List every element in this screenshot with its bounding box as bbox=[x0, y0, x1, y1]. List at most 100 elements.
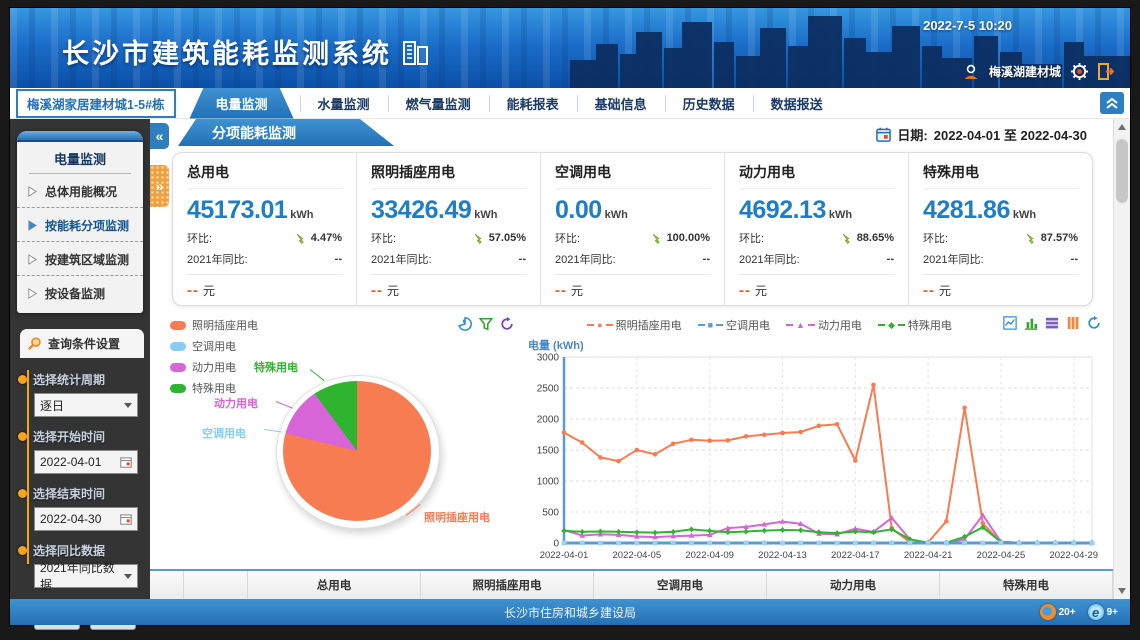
card-value: 4692.13 bbox=[739, 196, 826, 224]
select-field-3[interactable]: 2021年同比数据 bbox=[34, 564, 138, 588]
cost-unit: 元 bbox=[755, 284, 767, 298]
chevron-down-icon bbox=[124, 574, 132, 579]
pie-chart[interactable] bbox=[283, 381, 431, 521]
tab-5[interactable]: 历史数据 bbox=[665, 88, 753, 119]
tab-list: 电量监测水量监测燃气量监测能耗报表基础信息历史数据数据报送 bbox=[190, 88, 841, 119]
svg-text:2022-04-29: 2022-04-29 bbox=[1049, 550, 1098, 561]
vertical-scrollbar[interactable] bbox=[1113, 119, 1130, 599]
main-panel: « » 分项能耗监测 日期: 2022-04-01 至 2022-04-30 bbox=[150, 119, 1113, 599]
refresh-chart-icon[interactable] bbox=[1087, 316, 1101, 330]
svg-text:2022-04-25: 2022-04-25 bbox=[977, 550, 1026, 561]
tab-4[interactable]: 基础信息 bbox=[577, 88, 665, 119]
line-legend-item-1[interactable]: ■空调用电 bbox=[698, 317, 770, 333]
mom-value: 87.57% bbox=[1041, 232, 1078, 244]
pie-legend: 照明插座用电空调用电动力用电特殊用电 bbox=[170, 317, 258, 396]
date-field-1[interactable]: 2022-04-01 bbox=[34, 450, 138, 474]
refresh-icon[interactable] bbox=[500, 317, 514, 331]
table-column-header-1 bbox=[184, 571, 248, 599]
pie-legend-item-0[interactable]: 照明插座用电 bbox=[170, 317, 258, 333]
energy-card-0: 总用电45173.01kWh环比:4.47%2021年同比:----元 bbox=[173, 153, 356, 305]
field-label-1: 选择开始时间 bbox=[34, 428, 138, 445]
cost-value: -- bbox=[739, 282, 751, 299]
decrease-arrow-icon bbox=[651, 233, 663, 244]
funnel-icon[interactable] bbox=[479, 317, 493, 331]
username: 梅溪湖建材城 bbox=[989, 63, 1061, 80]
sidebar-menu-item-2[interactable]: 按建筑区域监测 bbox=[17, 242, 143, 276]
energy-card-2: 空调用电0.00kWh环比:100.00%2021年同比:----元 bbox=[540, 153, 724, 305]
app-title-text: 长沙市建筑能耗监测系统 bbox=[62, 32, 392, 71]
decrease-arrow-icon bbox=[473, 233, 485, 244]
firefox-icon bbox=[1040, 604, 1056, 620]
card-title: 动力用电 bbox=[739, 162, 894, 189]
mom-label: 环比: bbox=[371, 230, 396, 246]
mom-value: 100.00% bbox=[667, 232, 710, 244]
field-label-0: 选择统计周期 bbox=[34, 371, 138, 388]
pie-slice-label-1: 空调用电 bbox=[202, 425, 246, 441]
panel-title: 分项能耗监测 bbox=[212, 123, 296, 143]
calendar-icon[interactable] bbox=[876, 127, 891, 142]
bar-chart-icon[interactable] bbox=[1024, 316, 1038, 330]
scroll-up-arrow[interactable] bbox=[1114, 119, 1130, 135]
query-settings-tab[interactable]: 查询条件设置 bbox=[20, 329, 144, 358]
line-legend-item-0[interactable]: ●照明插座用电 bbox=[587, 317, 681, 333]
card-value: 45173.01 bbox=[187, 196, 287, 224]
building-name-box[interactable]: 梅溪湖家居建材城1-5#栋 bbox=[16, 89, 176, 118]
user-icon bbox=[963, 64, 979, 80]
line-chart-icon[interactable] bbox=[1003, 316, 1017, 330]
energy-card-4: 特殊用电4281.86kWh环比:87.57%2021年同比:----元 bbox=[908, 153, 1092, 305]
sidebar-expand-button[interactable]: » bbox=[150, 165, 169, 207]
scroll-down-arrow[interactable] bbox=[1114, 583, 1130, 599]
svg-text:2500: 2500 bbox=[537, 384, 560, 395]
calendar-picker-icon[interactable] bbox=[120, 513, 132, 525]
tab-2[interactable]: 燃气量监测 bbox=[388, 88, 489, 119]
line-chart-svg[interactable]: 0500100015002000250030002022-04-012022-0… bbox=[522, 351, 1106, 563]
date-range-value: 2022-04-01 至 2022-04-30 bbox=[934, 125, 1087, 144]
footer-text: 长沙市住房和城乡建设局 bbox=[504, 604, 636, 621]
query-settings-label: 查询条件设置 bbox=[48, 335, 120, 352]
table-column-header-3: 照明插座用电 bbox=[421, 571, 594, 599]
pie-legend-item-1[interactable]: 空调用电 bbox=[170, 338, 258, 354]
sidebar-menu-item-3[interactable]: 按设备监测 bbox=[17, 276, 143, 313]
pie-legend-item-2[interactable]: 动力用电 bbox=[170, 359, 258, 375]
select-field-0[interactable]: 逐日 bbox=[34, 393, 138, 417]
date-field-2[interactable]: 2022-04-30 bbox=[34, 507, 138, 531]
gear-icon[interactable] bbox=[1071, 63, 1088, 80]
data-list-icon[interactable] bbox=[1045, 316, 1059, 330]
query-form: 选择统计周期逐日选择开始时间2022-04-01选择结束时间2022-04-30… bbox=[10, 358, 150, 630]
svg-text:500: 500 bbox=[542, 508, 559, 519]
buildings-logo-icon bbox=[402, 38, 430, 66]
card-title: 照明插座用电 bbox=[371, 162, 526, 189]
sidebar-menu-item-1[interactable]: 按能耗分项监测 bbox=[17, 208, 143, 242]
arrow-flag-icon bbox=[27, 186, 38, 197]
user-row: 梅溪湖建材城 bbox=[963, 63, 1114, 80]
yoy-label: 2021年同比: bbox=[187, 251, 248, 267]
column-view-icon[interactable] bbox=[1066, 316, 1080, 330]
tab-1[interactable]: 水量监测 bbox=[300, 88, 388, 119]
sidebar-menu-item-0[interactable]: 总体用能概况 bbox=[17, 174, 143, 208]
tab-6[interactable]: 数据报送 bbox=[753, 88, 841, 119]
legend-marker: ■ bbox=[708, 321, 713, 330]
yoy-value: -- bbox=[1071, 253, 1078, 265]
menu-card-header-bar bbox=[17, 131, 143, 142]
pie-chart-icon[interactable] bbox=[458, 317, 472, 331]
mom-value: 4.47% bbox=[311, 232, 342, 244]
yoy-value: -- bbox=[887, 253, 894, 265]
decrease-arrow-icon bbox=[295, 233, 307, 244]
svg-text:3000: 3000 bbox=[537, 353, 560, 364]
yoy-value: -- bbox=[335, 253, 342, 265]
sidebar-collapse-button[interactable]: « bbox=[150, 123, 169, 149]
calendar-picker-icon[interactable] bbox=[120, 456, 132, 468]
table-column-header-0 bbox=[150, 571, 184, 599]
yoy-label: 2021年同比: bbox=[555, 251, 616, 267]
search-icon bbox=[27, 336, 42, 351]
line-legend-item-3[interactable]: ◆特殊用电 bbox=[878, 317, 952, 333]
tab-3[interactable]: 能耗报表 bbox=[489, 88, 577, 119]
collapse-header-button[interactable] bbox=[1100, 92, 1124, 114]
card-value: 33426.49 bbox=[371, 196, 471, 224]
pie-legend-item-3[interactable]: 特殊用电 bbox=[170, 380, 258, 396]
line-legend-item-2[interactable]: ▲动力用电 bbox=[786, 317, 862, 333]
logout-icon[interactable] bbox=[1098, 63, 1114, 80]
scrollbar-thumb[interactable] bbox=[1116, 139, 1128, 203]
tab-0[interactable]: 电量监测 bbox=[190, 88, 294, 119]
card-title: 总用电 bbox=[187, 162, 342, 189]
